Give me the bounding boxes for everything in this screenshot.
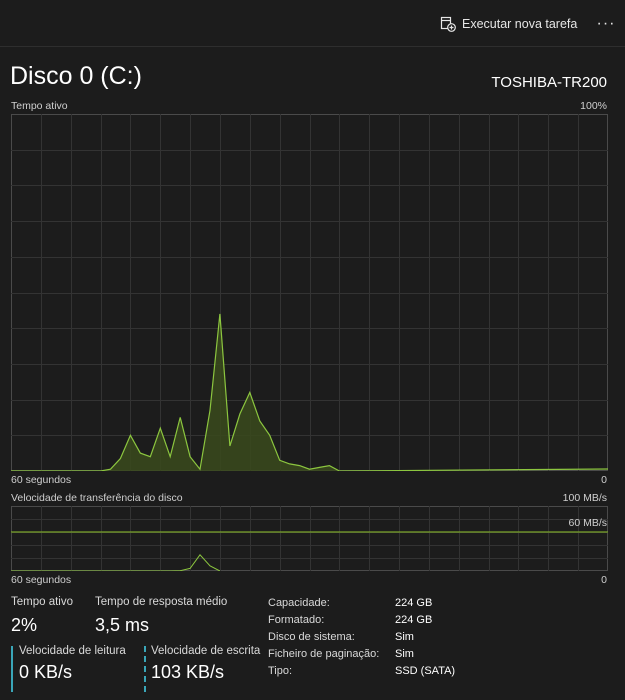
active-time-stat-value: 2% <box>11 615 38 635</box>
transfer-graph <box>11 506 608 571</box>
run-new-task-button[interactable]: Executar nova tarefa <box>432 10 585 38</box>
write-speed-indicator <box>144 646 146 692</box>
run-new-task-label: Executar nova tarefa <box>462 17 578 31</box>
active-time-graph-max: 100% <box>580 100 607 112</box>
read-speed-indicator <box>11 646 13 692</box>
active-time-x-left: 60 segundos <box>11 474 72 486</box>
transfer-ref-label: 60 MB/s <box>568 517 607 529</box>
active-time-stat-label: Tempo ativo <box>11 596 74 608</box>
read-speed-label: Velocidade de leitura <box>19 645 126 657</box>
system-disk-label: Disco de sistema: <box>268 631 355 643</box>
type-value: SSD (SATA) <box>395 665 456 677</box>
capacity-value: 224 GB <box>395 597 433 609</box>
avg-response-stat-label: Tempo de resposta médio <box>95 596 228 608</box>
command-bar: Executar nova tarefa ··· <box>0 0 625 47</box>
page-file-label: Ficheiro de paginação: <box>268 648 380 660</box>
avg-response-stat-value: 3,5 ms <box>95 615 150 635</box>
transfer-x-left: 60 segundos <box>11 574 72 586</box>
system-disk-value: Sim <box>395 631 414 643</box>
read-speed-value: 0 KB/s <box>19 662 73 682</box>
capacity-label: Capacidade: <box>268 597 330 609</box>
formatted-value: 224 GB <box>395 614 433 626</box>
new-task-icon <box>440 16 456 32</box>
active-time-graph-label: Tempo ativo <box>11 100 68 112</box>
active-time-x-right: 0 <box>601 474 607 486</box>
write-speed-label: Velocidade de escrita <box>151 645 261 657</box>
formatted-label: Formatado: <box>268 614 325 626</box>
transfer-x-right: 0 <box>601 574 607 586</box>
active-time-graph <box>11 114 608 471</box>
disk-model: TOSHIBA-TR200 <box>491 74 607 91</box>
page-file-value: Sim <box>395 648 414 660</box>
type-label: Tipo: <box>268 665 293 677</box>
transfer-graph-max: 100 MB/s <box>562 492 607 504</box>
page-title: Disco 0 (C:) <box>10 62 142 90</box>
more-options-button[interactable]: ··· <box>592 12 620 36</box>
more-options-icon: ··· <box>596 15 616 32</box>
write-speed-value: 103 KB/s <box>151 662 225 682</box>
transfer-graph-label: Velocidade de transferência do disco <box>11 492 183 504</box>
